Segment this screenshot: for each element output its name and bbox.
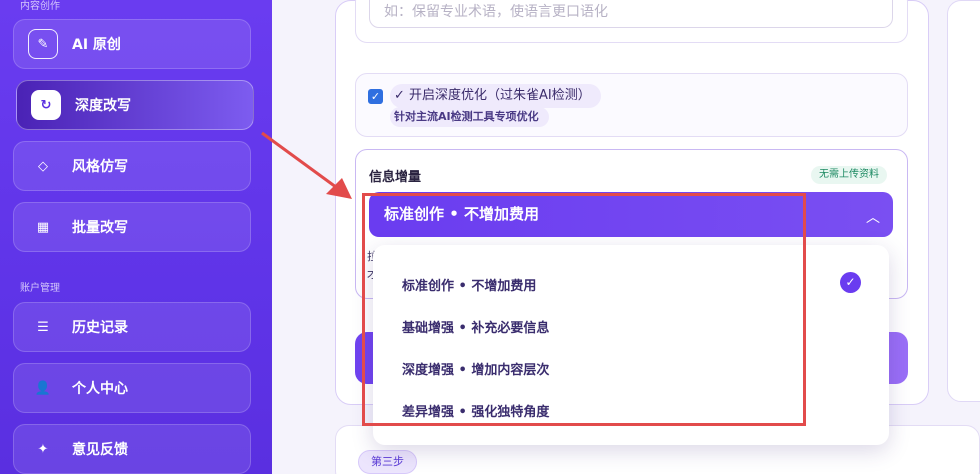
annotation-arrow-icon (261, 131, 352, 199)
